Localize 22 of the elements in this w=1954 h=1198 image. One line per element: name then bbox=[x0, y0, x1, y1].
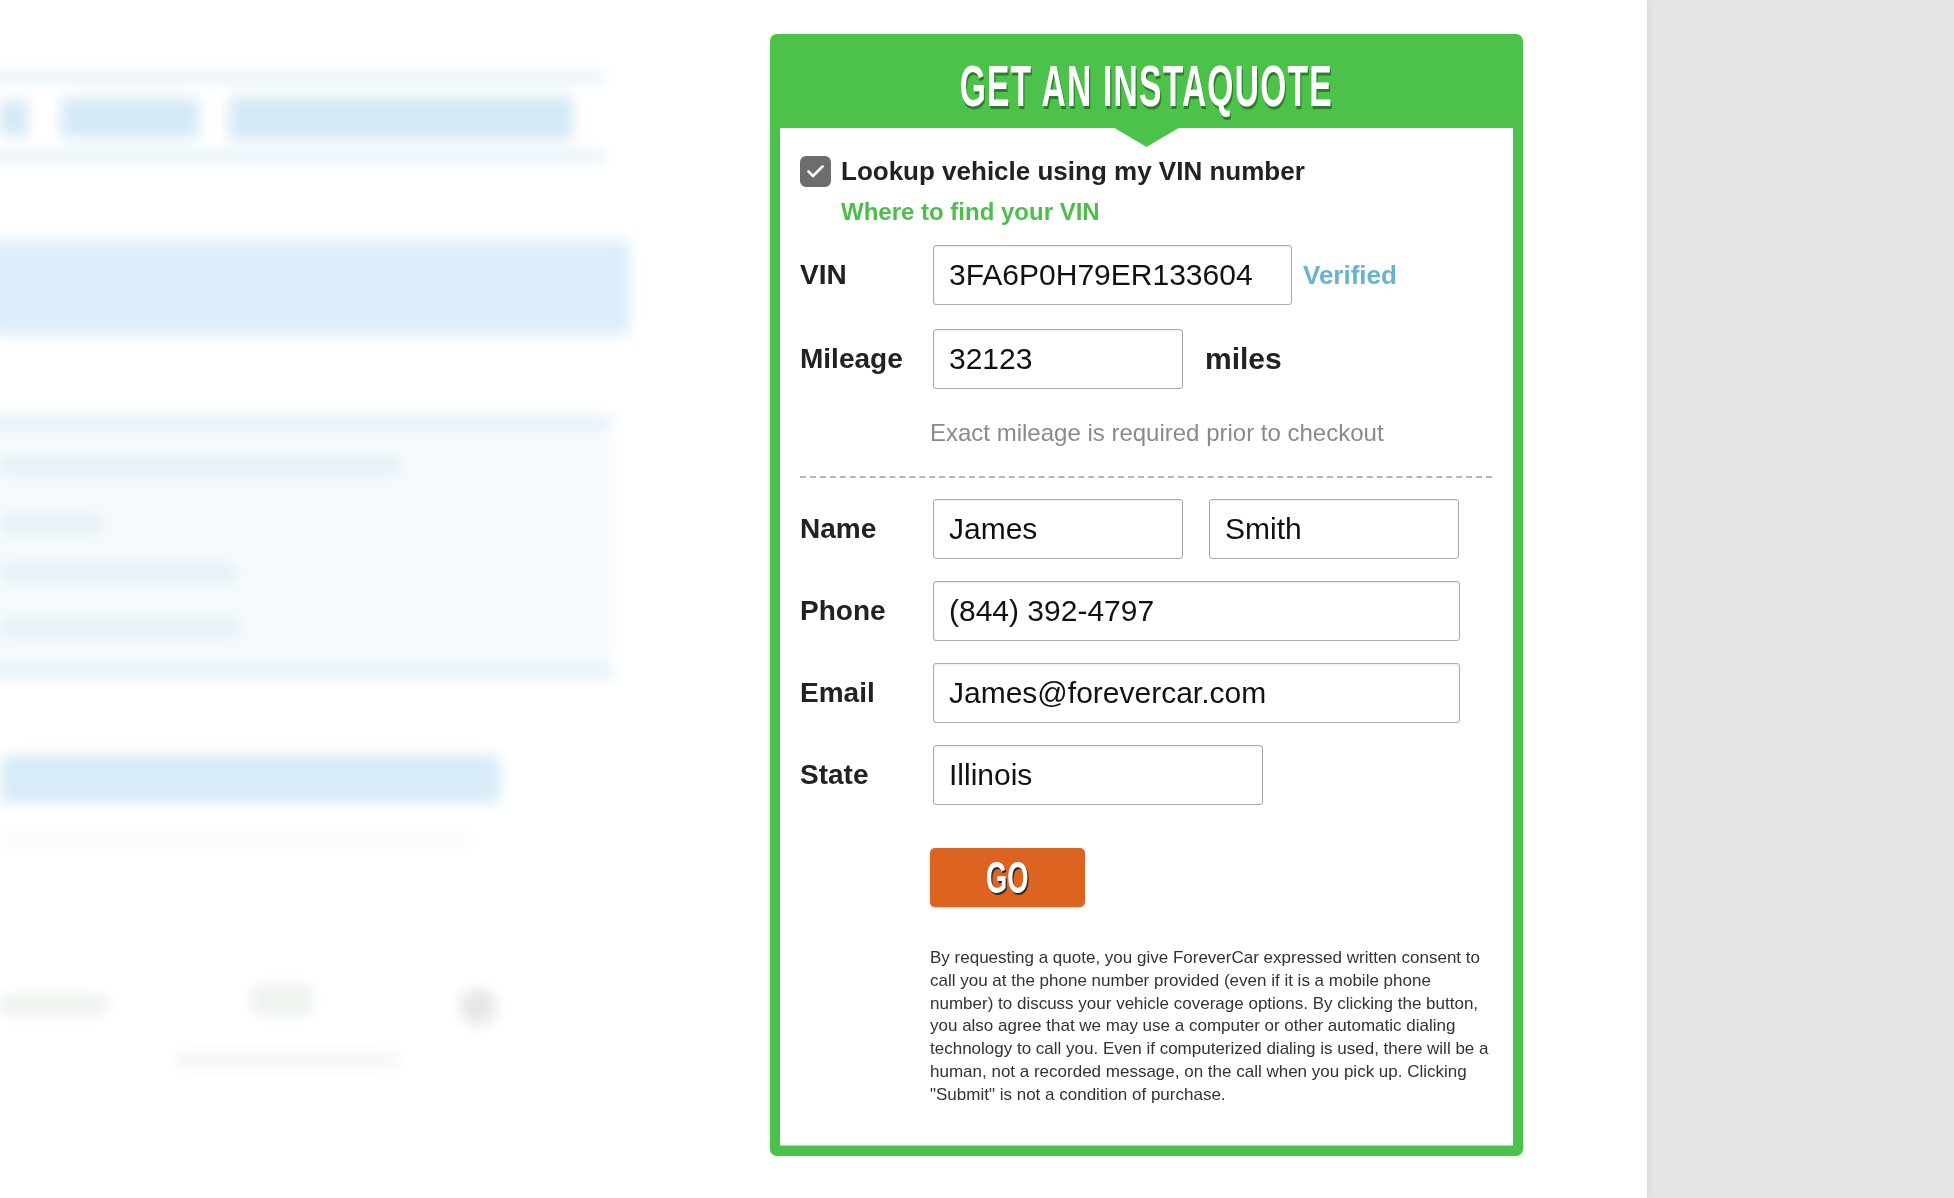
unit-label: miles bbox=[1205, 342, 1282, 376]
field-label: Name bbox=[800, 513, 878, 545]
vin-lookup-checkbox[interactable] bbox=[800, 156, 831, 187]
field-label: Email bbox=[800, 677, 876, 709]
state-input[interactable]: Illinois bbox=[933, 745, 1263, 805]
verified-status: Verified bbox=[1303, 259, 1397, 291]
field-label: Mileage bbox=[800, 343, 904, 375]
mileage-input[interactable]: 32123 bbox=[933, 329, 1183, 389]
phone-input[interactable]: (844) 392-4797 bbox=[933, 581, 1460, 641]
checkbox-label: Lookup vehicle using my VIN number bbox=[841, 156, 1305, 187]
mileage-note: Exact mileage is required prior to checkout bbox=[930, 420, 1384, 446]
go-button[interactable]: GO bbox=[930, 848, 1085, 907]
name-input[interactable]: James bbox=[933, 499, 1183, 559]
name-input[interactable]: Smith bbox=[1209, 499, 1459, 559]
field-label: Phone bbox=[800, 595, 887, 627]
vin-input[interactable]: 3FA6P0H79ER133604 bbox=[933, 245, 1292, 305]
form-title: GET AN INSTAQUOTE bbox=[959, 56, 1334, 116]
field-label: VIN bbox=[800, 259, 848, 291]
consent-disclaimer: By requesting a quote, you give ForeverCar expressed written consent to call you at the phone number provided (even if it is a mobile phone number) to discuss your vehicle coverage options. By clicking the button, you also agree that we may use a computer or other automatic dialing technology to call you. Even if computerized dialing is used, there will be a human, not a recorded message, on the call when you pick up. Clicking "Submit" is not a condition of purchase. bbox=[930, 947, 1490, 1106]
check-icon bbox=[807, 165, 824, 178]
email-input[interactable]: James@forevercar.com bbox=[933, 663, 1460, 723]
field-label: State bbox=[800, 759, 870, 791]
